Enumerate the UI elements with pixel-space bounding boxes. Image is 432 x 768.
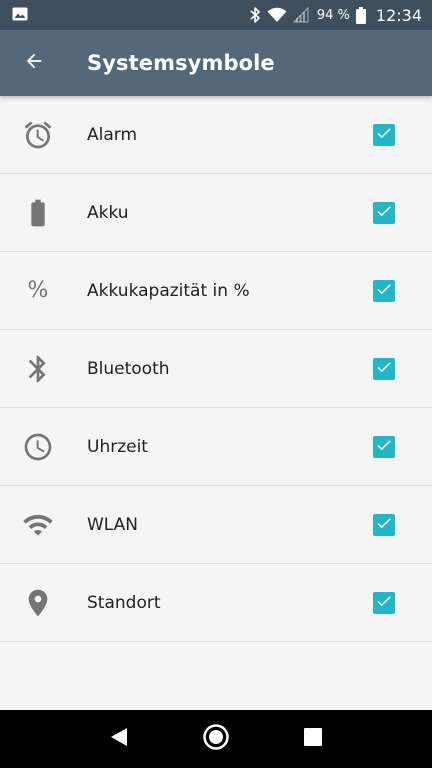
location-checkbox[interactable] xyxy=(373,591,395,614)
list-item-location[interactable]: Standort xyxy=(0,564,432,642)
check-icon xyxy=(375,280,393,302)
circle-home-icon xyxy=(202,723,230,755)
check-icon xyxy=(375,202,393,224)
back-button[interactable] xyxy=(6,35,62,91)
app-bar: Systemsymbole xyxy=(0,30,432,96)
system-icons-list: Alarm Akku % Akkukapazität in % Bluetoot… xyxy=(0,96,432,642)
check-icon xyxy=(375,592,393,614)
nav-recents-button[interactable] xyxy=(289,715,337,763)
triangle-back-icon xyxy=(108,726,130,752)
list-item-wlan[interactable]: WLAN xyxy=(0,486,432,564)
clock-icon xyxy=(18,427,58,467)
list-item-alarm[interactable]: Alarm xyxy=(0,96,432,174)
list-item-label: Uhrzeit xyxy=(87,436,148,457)
list-item-battery-percentage[interactable]: % Akkukapazität in % xyxy=(0,252,432,330)
clock-time: 12:34 xyxy=(375,5,422,25)
image-notification-icon xyxy=(12,6,28,25)
bluetooth-icon xyxy=(18,349,58,389)
nav-home-button[interactable] xyxy=(192,715,240,763)
list-item-battery[interactable]: Akku xyxy=(0,174,432,252)
wifi-status-icon xyxy=(267,7,287,23)
clock-checkbox[interactable] xyxy=(373,435,395,458)
check-icon xyxy=(375,514,393,536)
list-item-label: Alarm xyxy=(87,124,138,145)
location-icon xyxy=(18,583,58,623)
bluetooth-status-icon xyxy=(249,6,261,24)
nav-back-button[interactable] xyxy=(95,715,143,763)
list-item-label: WLAN xyxy=(87,514,139,535)
bluetooth-checkbox[interactable] xyxy=(373,357,395,380)
wifi-icon xyxy=(18,505,58,545)
check-icon xyxy=(375,358,393,380)
status-bar: 94 % 12:34 xyxy=(0,0,432,30)
battery-status-icon xyxy=(355,6,366,24)
battery-percentage-checkbox[interactable] xyxy=(373,279,395,302)
cell-signal-icon xyxy=(292,7,309,23)
alarm-icon xyxy=(18,115,58,155)
navigation-bar xyxy=(0,710,432,768)
list-item-label: Akkukapazität in % xyxy=(87,280,250,301)
list-item-label: Bluetooth xyxy=(87,358,170,379)
check-icon xyxy=(375,124,393,146)
list-item-label: Akku xyxy=(87,202,129,223)
list-item-clock[interactable]: Uhrzeit xyxy=(0,408,432,486)
list-item-label: Standort xyxy=(87,592,161,613)
screen: 94 % 12:34 Systemsymbole Alarm Akku % Ak… xyxy=(0,0,432,768)
percent-icon: % xyxy=(27,278,49,303)
check-icon xyxy=(375,436,393,458)
battery-percent: 94 % xyxy=(316,7,350,23)
wlan-checkbox[interactable] xyxy=(373,513,395,536)
page-title: Systemsymbole xyxy=(87,51,275,75)
square-recents-icon xyxy=(303,727,323,751)
list-item-bluetooth[interactable]: Bluetooth xyxy=(0,330,432,408)
alarm-checkbox[interactable] xyxy=(373,123,395,146)
battery-checkbox[interactable] xyxy=(373,201,395,224)
arrow-back-icon xyxy=(23,50,45,76)
battery-icon xyxy=(18,193,58,233)
